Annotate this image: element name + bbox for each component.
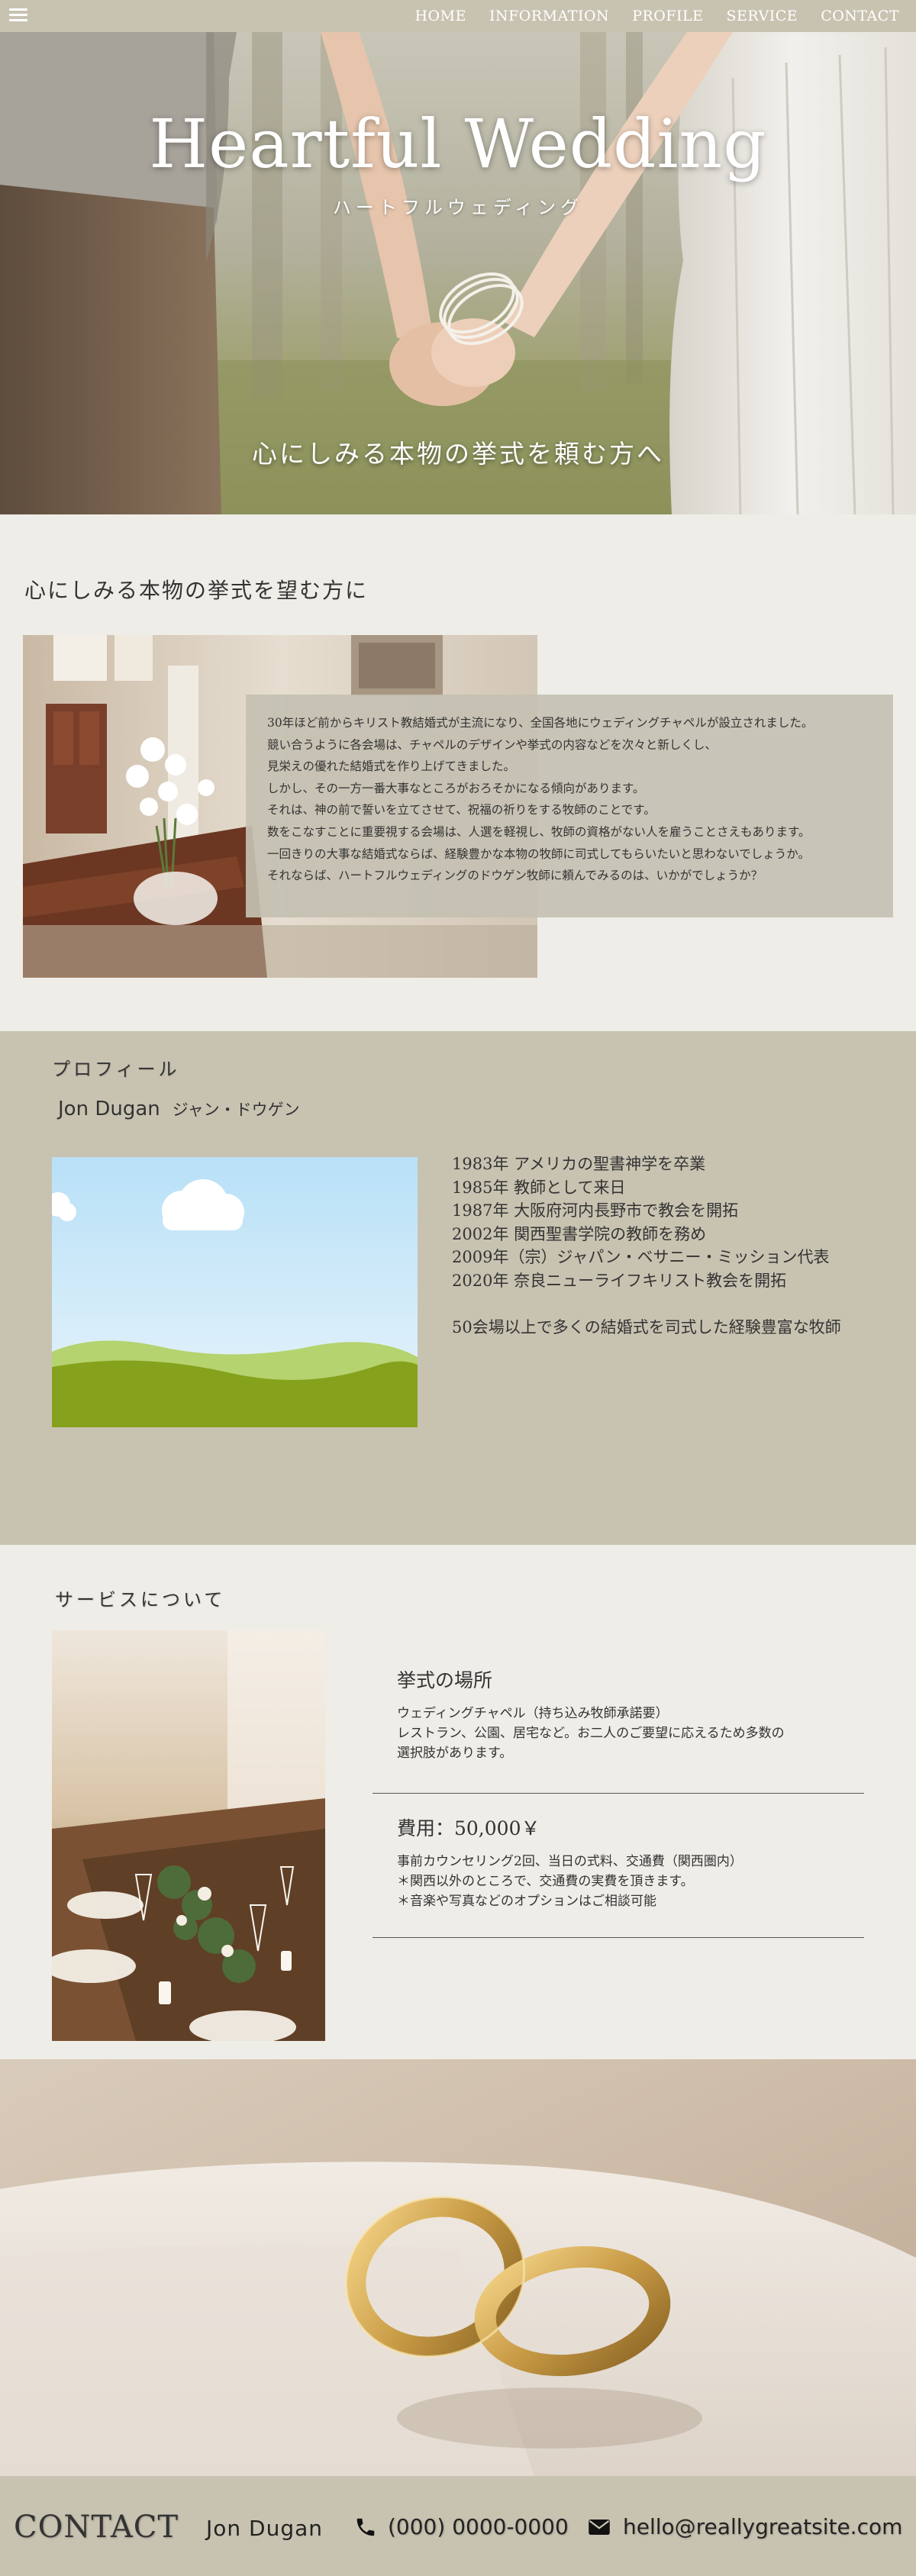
intro-heading: 心にしみる本物の挙式を望む方に	[24, 578, 369, 603]
footer-name: Jon Dugan	[206, 2516, 324, 2541]
history-item: 2020年 奈良ニューライフキリスト教会を開拓	[452, 1271, 787, 1290]
profile-heading: プロフィール	[52, 1059, 180, 1080]
profile-name-jp: ジャン・ドウゲン	[172, 1101, 300, 1119]
service-divider	[373, 1937, 864, 1938]
hero-tagline: 心にしみる本物の挙式を頼む方へ	[252, 439, 664, 469]
hero-title: Heartful Wedding	[149, 105, 767, 183]
intro-line: 数をこなすことに重要視する会場は、人選を軽視し、牧師の資格がない人を雇うことさえ…	[267, 824, 811, 839]
footer-email[interactable]: hello@reallygreatsite.com	[588, 2514, 902, 2539]
nav-link-home[interactable]: HOME	[414, 8, 466, 24]
hamburger-menu-icon[interactable]	[9, 8, 27, 22]
service-divider	[373, 1793, 864, 1794]
profile-section: プロフィール Jon Dugan ジャン・ドウゲン 1983年 アメリカの聖書神学…	[0, 1031, 916, 1545]
venue-line: 選択肢があります。	[397, 1746, 513, 1761]
profile-image-placeholder	[52, 1157, 418, 1427]
intro-line: 競い合うように各会場は、チャペルのデザインや挙式の内容などを次々と新しくし、	[267, 737, 717, 752]
intro-line: 見栄えの優れた結婚式を作り上げてきました。	[267, 759, 516, 774]
history-item: 1985年 教師として来日	[452, 1178, 626, 1197]
hero-section: Heartful Wedding ハートフルウェディング 心にしみる本物の挙式を…	[0, 32, 916, 514]
reception-table-photo	[52, 1630, 325, 2041]
nav-link-service[interactable]: SERVICE	[727, 8, 798, 24]
service-fee-block: 費用：50,000￥ 事前カウンセリング2回、当日の式料、交通費（関西圏内） ＊…	[373, 1814, 864, 1911]
profile-name: Jon Dugan ジャン・ドウゲン	[58, 1098, 300, 1120]
fee-line: ＊関西以外のところで、交通費の実費を頂きます。	[397, 1874, 694, 1889]
footer-title: CONTACT	[14, 2510, 179, 2545]
footer-phone[interactable]: (000) 0000-0000	[354, 2514, 569, 2539]
wedding-rings-photo	[0, 2059, 916, 2476]
fee-title: 費用：50,000￥	[397, 1817, 540, 1839]
nav-link-information[interactable]: INFORMATION	[489, 8, 609, 24]
nav-links: HOME INFORMATION PROFILE SERVICE CONTACT	[414, 0, 899, 32]
hero-subtitle: ハートフルウェディング	[332, 197, 584, 218]
profile-name-en: Jon Dugan	[58, 1098, 160, 1120]
venue-title: 挙式の場所	[397, 1669, 493, 1691]
history-item: 1987年 大阪府河内長野市で教会を開拓	[452, 1201, 739, 1220]
fee-line: 事前カウンセリング2回、当日の式料、交通費（関西圏内）	[397, 1854, 743, 1869]
top-nav: HOME INFORMATION PROFILE SERVICE CONTACT	[0, 0, 916, 32]
intro-line: それならば、ハートフルウェディングのドウゲン牧師に頼んでみるのは、いかがでしょう…	[267, 869, 763, 883]
service-venue-block: 挙式の場所 ウェディングチャペル（持ち込み牧師承諾要） レストラン、公園、居宅な…	[373, 1665, 864, 1763]
fee-line: ＊音楽や写真などのオプションはご相談可能	[397, 1894, 656, 1909]
intro-line: しかし、その一方一番大事なところがおろそかになる傾向があります。	[267, 781, 645, 795]
footer-email-address: hello@reallygreatsite.com	[623, 2514, 903, 2539]
venue-line: ウェディングチャペル（持ち込み牧師承諾要）	[397, 1706, 669, 1721]
intro-line: それは、神の前で誓いを立てさせて、祝福の祈りをする牧師のことです。	[267, 803, 656, 817]
history-item: 2002年 関西聖書学院の教師を務め	[452, 1224, 707, 1243]
history-item: 2009年（宗）ジャパン・ベサニー・ミッション代表	[452, 1248, 830, 1266]
intro-text-box: 30年ほど前からキリスト教結婚式が主流になり、全国各地にウェディングチャペルが設…	[246, 695, 893, 917]
phone-icon	[356, 2518, 375, 2536]
intro-line: 一回きりの大事な結婚式ならば、経験豊かな本物の牧師に司式してもらいたいと思わない…	[267, 846, 810, 861]
footer-phone-number: (000) 0000-0000	[388, 2514, 569, 2539]
venue-line: レストラン、公園、居宅など。お二人のご要望に応えるため多数の	[397, 1726, 785, 1741]
nav-link-profile[interactable]: PROFILE	[632, 8, 703, 24]
history-item: 1983年 アメリカの聖書神学を卒業	[452, 1155, 706, 1173]
footer-contact: CONTACT Jon Dugan (000) 0000-0000 hello@…	[0, 2476, 916, 2576]
profile-summary: 50会場以上で多くの結婚式を司式した経験豊富な牧師	[452, 1318, 841, 1336]
profile-history: 1983年 アメリカの聖書神学を卒業 1985年 教師として来日 1987年 大…	[452, 1153, 841, 1340]
intro-line: 30年ほど前からキリスト教結婚式が主流になり、全国各地にウェディングチャペルが設…	[267, 716, 814, 730]
mail-icon	[589, 2519, 610, 2535]
service-heading: サービスについて	[55, 1589, 226, 1610]
nav-link-contact[interactable]: CONTACT	[821, 8, 899, 24]
